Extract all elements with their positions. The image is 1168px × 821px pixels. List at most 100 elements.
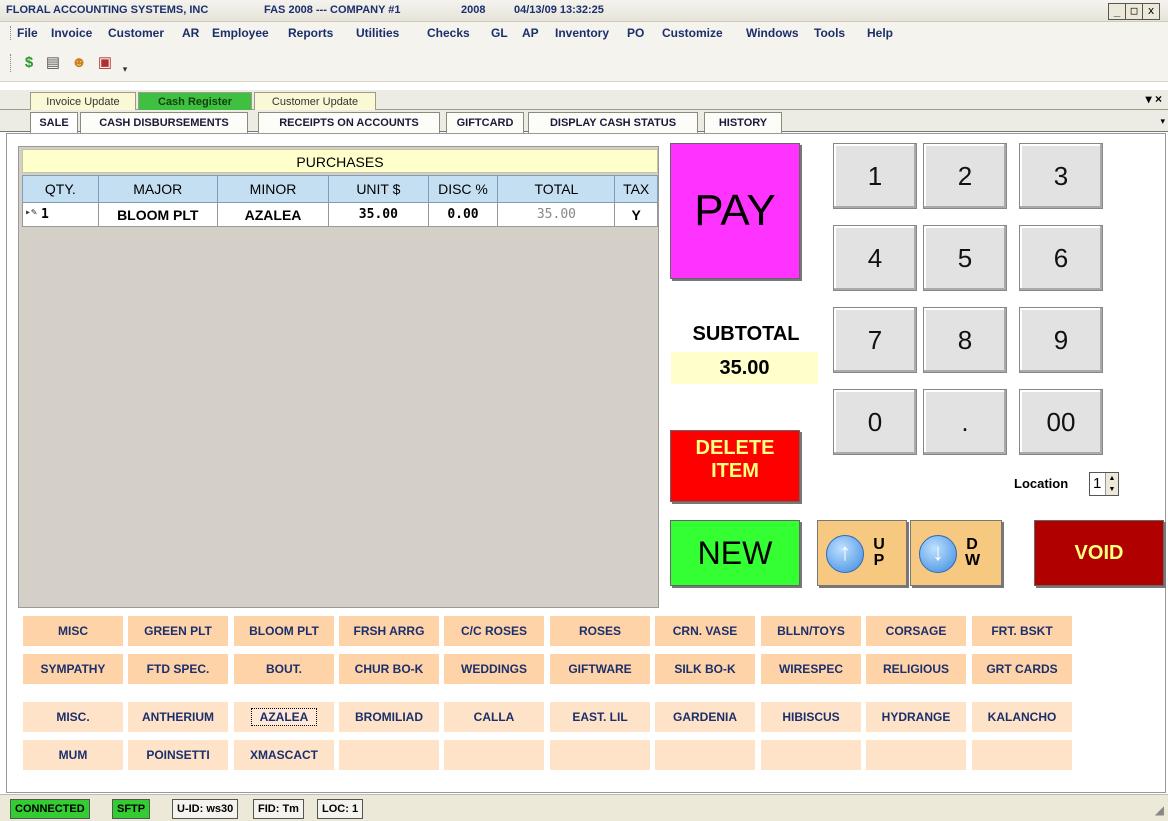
keypad-decimal[interactable]: .	[923, 389, 1007, 455]
major-religious[interactable]: RELIGIOUS	[866, 654, 966, 684]
minor-empty-slot[interactable]	[761, 740, 861, 770]
col-minor[interactable]: MINOR	[216, 175, 330, 203]
close-button[interactable]: x	[1142, 3, 1160, 20]
major-bloom-plt[interactable]: BLOOM PLT	[234, 616, 334, 646]
tab-history[interactable]: HISTORY	[704, 112, 782, 133]
minor-cell[interactable]: AZALEA	[216, 202, 330, 227]
major-crn-vase[interactable]: CRN. VASE	[655, 616, 755, 646]
minor-poinsetti[interactable]: POINSETTI	[128, 740, 228, 770]
tax-cell[interactable]: Y	[614, 202, 658, 227]
keypad-7[interactable]: 7	[833, 307, 917, 373]
minor-bromiliad[interactable]: BROMILIAD	[339, 702, 439, 732]
minor-hydrange[interactable]: HYDRANGE	[866, 702, 966, 732]
tab-giftcard[interactable]: GIFTCARD	[446, 112, 524, 133]
major-corsage[interactable]: CORSAGE	[866, 616, 966, 646]
keypad-9[interactable]: 9	[1019, 307, 1103, 373]
menu-ar[interactable]: AR	[182, 26, 199, 40]
tab-display-cash-status[interactable]: DISPLAY CASH STATUS	[528, 112, 698, 133]
delete-item-button[interactable]: DELETE ITEM	[670, 430, 800, 502]
minor-empty-slot[interactable]	[339, 740, 439, 770]
major-weddings[interactable]: WEDDINGS	[444, 654, 544, 684]
minor-gardenia[interactable]: GARDENIA	[655, 702, 755, 732]
menu-gl[interactable]: GL	[491, 26, 508, 40]
minor-empty-slot[interactable]	[655, 740, 755, 770]
keypad-00[interactable]: 00	[1019, 389, 1103, 455]
col-unit[interactable]: UNIT $	[328, 175, 429, 203]
minor-empty-slot[interactable]	[444, 740, 544, 770]
minor-azalea[interactable]: AZALEA	[234, 702, 334, 732]
tabs-menu-icon[interactable]: ▾	[1160, 116, 1165, 127]
major-frt-bskt[interactable]: FRT. BSKT	[972, 616, 1072, 646]
minor-empty-slot[interactable]	[972, 740, 1072, 770]
menu-file[interactable]: File	[17, 26, 38, 40]
major-sympathy[interactable]: SYMPATHY	[23, 654, 123, 684]
minor-mum[interactable]: MUM	[23, 740, 123, 770]
menu-customer[interactable]: Customer	[108, 26, 164, 40]
tab-sale[interactable]: SALE	[30, 112, 78, 134]
major-cc-roses[interactable]: C/C ROSES	[444, 616, 544, 646]
minor-empty-slot[interactable]	[550, 740, 650, 770]
menu-tools[interactable]: Tools	[814, 26, 845, 40]
menu-customize[interactable]: Customize	[662, 26, 723, 40]
minor-hibiscus[interactable]: HIBISCUS	[761, 702, 861, 732]
keypad-8[interactable]: 8	[923, 307, 1007, 373]
keypad-1[interactable]: 1	[833, 143, 917, 209]
col-major[interactable]: MAJOR	[97, 175, 218, 203]
dollar-icon[interactable]: $	[20, 54, 38, 72]
menu-reports[interactable]: Reports	[288, 26, 333, 40]
table-row[interactable]: ▸✎ 1 BLOOM PLT AZALEA 35.00 0.00 35.00 Y	[22, 202, 658, 227]
major-cell[interactable]: BLOOM PLT	[97, 202, 218, 227]
minimize-button[interactable]: _	[1108, 3, 1126, 20]
disc-cell[interactable]: 0.00	[427, 202, 499, 227]
major-ftd-spec[interactable]: FTD SPEC.	[128, 654, 228, 684]
major-chur-bo-k[interactable]: CHUR BO-K	[339, 654, 439, 684]
register-icon[interactable]: ▤	[44, 54, 62, 72]
major-blln-toys[interactable]: BLLN/TOYS	[761, 616, 861, 646]
unit-cell[interactable]: 35.00	[328, 202, 429, 227]
minor-misc[interactable]: MISC.	[23, 702, 123, 732]
resize-grip-icon[interactable]: ◢	[1155, 803, 1164, 817]
major-silk-bo-k[interactable]: SILK BO-K	[655, 654, 755, 684]
major-grt-cards[interactable]: GRT CARDS	[972, 654, 1072, 684]
keypad-4[interactable]: 4	[833, 225, 917, 291]
qty-cell[interactable]: ▸✎ 1	[22, 202, 99, 227]
menu-po[interactable]: PO	[627, 26, 644, 40]
spin-down-icon[interactable]: ▼	[1105, 484, 1118, 495]
minor-east-lil[interactable]: EAST. LIL	[550, 702, 650, 732]
maximize-button[interactable]: □	[1125, 3, 1143, 20]
minor-antherium[interactable]: ANTHERIUM	[128, 702, 228, 732]
keypad-5[interactable]: 5	[923, 225, 1007, 291]
major-giftware[interactable]: GIFTWARE	[550, 654, 650, 684]
menu-utilities[interactable]: Utilities	[356, 26, 399, 40]
minor-kalancho[interactable]: KALANCHO	[972, 702, 1072, 732]
spin-up-icon[interactable]: ▲	[1105, 473, 1118, 484]
down-button[interactable]: ↓ D W	[910, 520, 1002, 586]
col-tax[interactable]: TAX	[614, 175, 658, 203]
col-qty[interactable]: QTY.	[22, 175, 99, 203]
major-green-plt[interactable]: GREEN PLT	[128, 616, 228, 646]
void-button[interactable]: VOID	[1034, 520, 1164, 586]
menu-help[interactable]: Help	[867, 26, 893, 40]
tab-cash-register[interactable]: Cash Register	[138, 92, 252, 111]
pay-button[interactable]: PAY	[670, 143, 800, 279]
toolbar-grip[interactable]	[10, 54, 12, 72]
menu-checks[interactable]: Checks	[427, 26, 470, 40]
keypad-2[interactable]: 2	[923, 143, 1007, 209]
up-button[interactable]: ↑ U P	[817, 520, 907, 586]
location-spinner[interactable]: 1 ▲ ▼	[1089, 472, 1119, 496]
col-total[interactable]: TOTAL	[497, 175, 616, 203]
keypad-6[interactable]: 6	[1019, 225, 1103, 291]
menu-grip[interactable]	[10, 26, 13, 40]
customer-icon[interactable]: ☻	[70, 54, 88, 72]
major-roses[interactable]: ROSES	[550, 616, 650, 646]
new-button[interactable]: NEW	[670, 520, 800, 586]
keypad-0[interactable]: 0	[833, 389, 917, 455]
tab-customer-update[interactable]: Customer Update	[254, 92, 376, 111]
menu-employee[interactable]: Employee	[212, 26, 269, 40]
menu-invoice[interactable]: Invoice	[51, 26, 92, 40]
tab-cash-disbursements[interactable]: CASH DISBURSEMENTS	[80, 112, 248, 133]
menu-ap[interactable]: AP	[522, 26, 539, 40]
minor-calla[interactable]: CALLA	[444, 702, 544, 732]
tab-invoice-update[interactable]: Invoice Update	[30, 92, 136, 111]
menu-inventory[interactable]: Inventory	[555, 26, 609, 40]
